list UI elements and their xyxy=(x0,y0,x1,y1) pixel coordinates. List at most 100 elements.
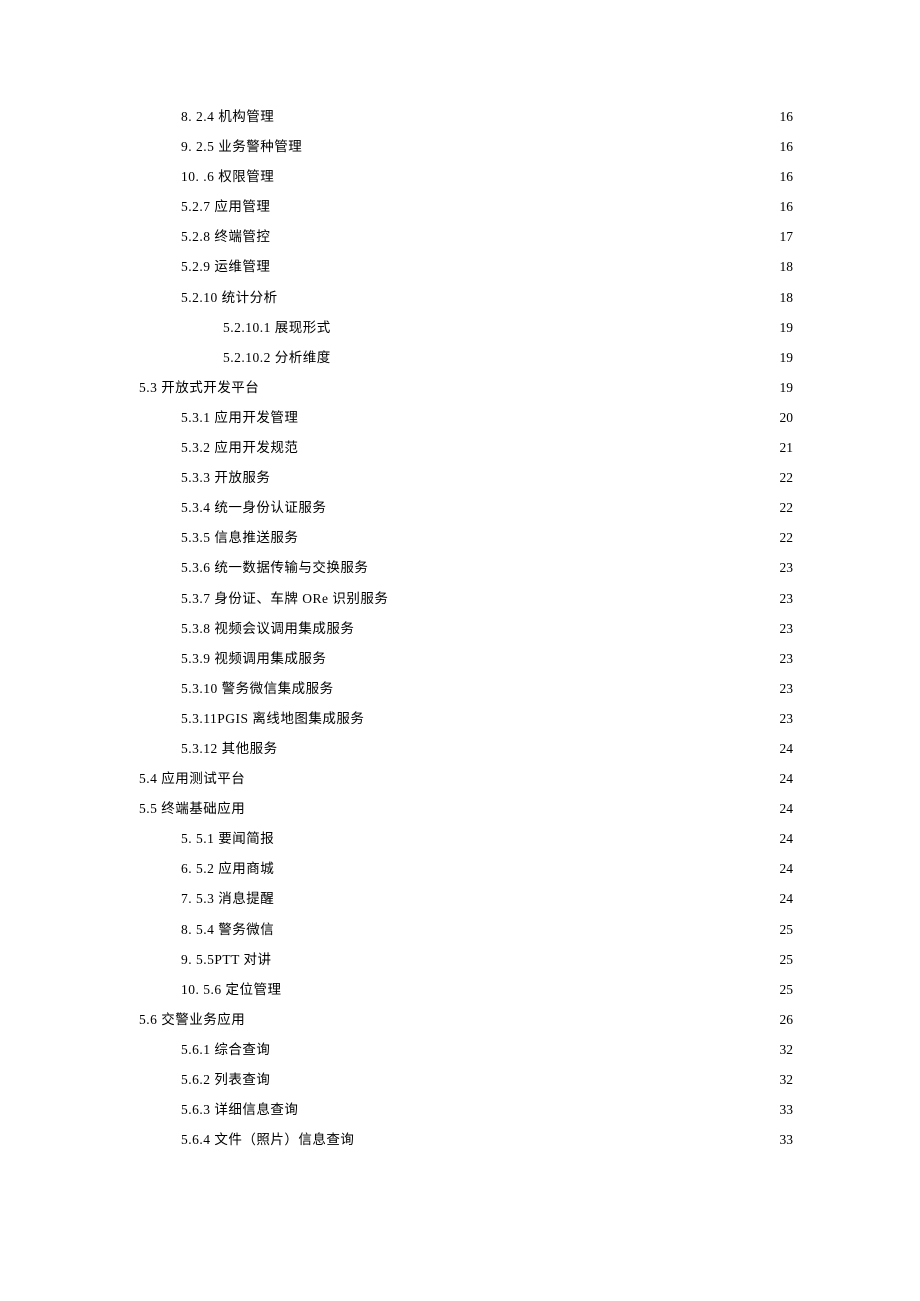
toc-dot-leader xyxy=(276,890,777,904)
toc-entry[interactable]: 5.2.9 运维管理18 xyxy=(139,252,793,282)
toc-entry-page: 19 xyxy=(780,313,794,343)
toc-dot-leader xyxy=(280,739,778,753)
toc-entry-label: 8. 5.4 警务微信 xyxy=(181,915,274,945)
toc-dot-leader xyxy=(336,679,778,693)
toc-entry-label: 5.2.8 终端管控 xyxy=(181,222,270,252)
toc-entry[interactable]: 5.3.8 视频会议调用集成服务23 xyxy=(139,614,793,644)
toc-dot-leader xyxy=(276,830,777,844)
toc-dot-leader xyxy=(390,589,777,603)
toc-entry[interactable]: 5.4 应用测试平台 24 xyxy=(139,764,793,794)
toc-entry-page: 23 xyxy=(780,553,794,583)
toc-entry-label: 5.2.10.1 展现形式 xyxy=(223,313,331,343)
toc-dot-leader xyxy=(366,709,777,723)
toc-entry-page: 17 xyxy=(780,222,794,252)
toc-dot-leader xyxy=(284,980,778,994)
toc-entry-label: 5.6.2 列表查询 xyxy=(181,1065,270,1095)
toc-entry-label: 5.3.12 其他服务 xyxy=(181,734,278,764)
toc-entry-label: 5.2.9 运维管理 xyxy=(181,252,270,282)
toc-dot-leader xyxy=(272,469,777,483)
toc-entry[interactable]: 5.3.5 信息推送服务22 xyxy=(139,523,793,553)
toc-entry[interactable]: 5.3.6 统一数据传输与交换服务 23 xyxy=(139,553,793,583)
toc-entry-page: 33 xyxy=(780,1125,794,1155)
toc-entry-label: 5.6.4 文件（照片）信息查询 xyxy=(181,1125,354,1155)
toc-entry-label: 5.3.10 警务微信集成服务 xyxy=(181,674,334,704)
toc-entry[interactable]: 5.3.4 统一身份认证服务 22 xyxy=(139,493,793,523)
toc-dot-leader xyxy=(276,920,777,934)
toc-entry[interactable]: 9. 2.5 业务警种管理 16 xyxy=(139,132,793,162)
toc-dot-leader xyxy=(247,800,777,814)
toc-entry[interactable]: 5.6.1 综合查询 32 xyxy=(139,1035,793,1065)
toc-entry[interactable]: 5.3.3 开放服务22 xyxy=(139,463,793,493)
toc-entry[interactable]: 5.2.10.1 展现形式 19 xyxy=(139,313,793,343)
toc-entry-label: 5.2.10 统计分析 xyxy=(181,283,278,313)
toc-entry-page: 19 xyxy=(780,343,794,373)
toc-dot-leader xyxy=(247,1010,777,1024)
toc-entry[interactable]: 5.3.11PGIS 离线地图集成服务23 xyxy=(139,704,793,734)
toc-entry[interactable]: 9. 5.5PTT 对讲 25 xyxy=(139,945,793,975)
toc-entry[interactable]: 5.6.4 文件（照片）信息查询 33 xyxy=(139,1125,793,1155)
toc-entry-label: 5.3.8 视频会议调用集成服务 xyxy=(181,614,354,644)
toc-dot-leader xyxy=(300,1101,777,1115)
toc-entry[interactable]: 6. 5.2 应用商城 24 xyxy=(139,854,793,884)
toc-entry[interactable]: 7. 5.3 消息提醒24 xyxy=(139,884,793,914)
toc-entry[interactable]: 10. 5.6 定位管理25 xyxy=(139,975,793,1005)
toc-entry[interactable]: 5.3.1 应用开发管理20 xyxy=(139,403,793,433)
toc-dot-leader xyxy=(276,108,777,122)
toc-entry[interactable]: 5.3.7 身份证、车牌 ORe 识别服务23 xyxy=(139,584,793,614)
toc-dot-leader xyxy=(272,228,777,242)
toc-entry[interactable]: 8. 2.4 机构管理16 xyxy=(139,102,793,132)
toc-entry-page: 16 xyxy=(780,192,794,222)
toc-entry-page: 25 xyxy=(780,975,794,1005)
toc-entry[interactable]: 5.3.9 视频调用集成服务23 xyxy=(139,644,793,674)
toc-entry[interactable]: 5.2.7 应用管理16 xyxy=(139,192,793,222)
toc-entry-page: 32 xyxy=(780,1035,794,1065)
toc-entry-label: 5.3.3 开放服务 xyxy=(181,463,270,493)
toc-entry[interactable]: 5.2.8 终端管控 17 xyxy=(139,222,793,252)
toc-entry-label: 5.6 交警业务应用 xyxy=(139,1005,245,1035)
toc-entry[interactable]: 5.5 终端基础应用24 xyxy=(139,794,793,824)
toc-entry-label: 5.3.4 统一身份认证服务 xyxy=(181,493,326,523)
toc-entry[interactable]: 5.2.10 统计分析 18 xyxy=(139,283,793,313)
toc-entry[interactable]: 5.2.10.2 分析维度 19 xyxy=(139,343,793,373)
toc-entry-label: 5.2.10.2 分析维度 xyxy=(223,343,331,373)
toc-dot-leader xyxy=(272,198,777,212)
toc-dot-leader xyxy=(276,168,777,182)
toc-entry[interactable]: 8. 5.4 警务微信25 xyxy=(139,915,793,945)
toc-entry-page: 23 xyxy=(780,704,794,734)
toc-entry-page: 24 xyxy=(780,854,794,884)
toc-entry-page: 33 xyxy=(780,1095,794,1125)
toc-entry-label: 5.4 应用测试平台 xyxy=(139,764,245,794)
toc-entry[interactable]: 5.6.2 列表查询 32 xyxy=(139,1065,793,1095)
toc-dot-leader xyxy=(272,1040,777,1054)
toc-entry-page: 24 xyxy=(780,734,794,764)
toc-dot-leader xyxy=(356,619,777,633)
toc-entry-page: 22 xyxy=(780,493,794,523)
toc-entry-label: 5.3.6 统一数据传输与交换服务 xyxy=(181,553,368,583)
toc-entry-page: 18 xyxy=(780,283,794,313)
toc-entry-label: 9. 5.5PTT 对讲 xyxy=(181,945,272,975)
toc-entry-page: 20 xyxy=(780,403,794,433)
toc-entry[interactable]: 5.6 交警业务应用26 xyxy=(139,1005,793,1035)
toc-entry-page: 19 xyxy=(780,373,794,403)
toc-entry[interactable]: 5.3.10 警务微信集成服务23 xyxy=(139,674,793,704)
toc-entry[interactable]: 5.6.3 详细信息查询33 xyxy=(139,1095,793,1125)
toc-entry-label: 5.6.1 综合查询 xyxy=(181,1035,270,1065)
toc-entry-page: 16 xyxy=(780,132,794,162)
toc-entry-label: 5.3 开放式开发平台 xyxy=(139,373,259,403)
toc-entry-page: 25 xyxy=(780,945,794,975)
toc-entry[interactable]: 5. 5.1 要闻简报24 xyxy=(139,824,793,854)
toc-dot-leader xyxy=(274,950,778,964)
toc-entry[interactable]: 5.3 开放式开发平台 19 xyxy=(139,373,793,403)
toc-dot-leader xyxy=(272,258,777,272)
toc-dot-leader xyxy=(333,348,778,362)
toc-entry-label: 6. 5.2 应用商城 xyxy=(181,854,274,884)
toc-entry-page: 24 xyxy=(780,764,794,794)
toc-entry-page: 24 xyxy=(780,824,794,854)
toc-entry[interactable]: 5.3.12 其他服务 24 xyxy=(139,734,793,764)
toc-entry-page: 32 xyxy=(780,1065,794,1095)
toc-entry[interactable]: 10. .6 权限管理16 xyxy=(139,162,793,192)
toc-entry-label: 5.3.2 应用开发规范 xyxy=(181,433,298,463)
toc-entry[interactable]: 5.3.2 应用开发规范21 xyxy=(139,433,793,463)
toc-entry-label: 9. 2.5 业务警种管理 xyxy=(181,132,302,162)
toc-entry-page: 23 xyxy=(780,644,794,674)
